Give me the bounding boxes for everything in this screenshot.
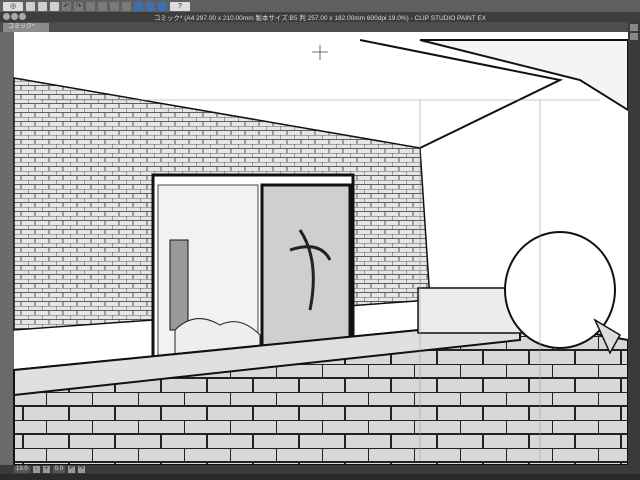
window-title: コミック* (A4 297.00 x 210.00mm 製本サイズ:B5 判 2… (153, 15, 487, 22)
minimize-icon[interactable] (11, 13, 18, 20)
zoom-field[interactable]: 19.0 (14, 466, 30, 473)
special-ruler-snap-icon[interactable] (146, 1, 155, 11)
tab-comic[interactable]: コミック* (3, 23, 49, 32)
close-icon[interactable] (3, 13, 10, 20)
illustration-canvas[interactable] (0, 32, 628, 465)
bottom-panel (0, 474, 640, 480)
undo-icon[interactable]: ↶ (62, 1, 71, 11)
selection-icon[interactable] (86, 1, 95, 11)
ruler-snap-icon[interactable] (134, 1, 143, 11)
status-bar: 19.0 - + 0.0 ↶ ↷ (0, 465, 640, 474)
command-bar: ◎ ↶ ↷ ? (0, 0, 640, 12)
scroll-up-button[interactable] (630, 24, 638, 31)
maximize-icon[interactable] (19, 13, 26, 20)
zoom-in-icon[interactable]: + (42, 466, 50, 473)
grid-snap-icon[interactable] (158, 1, 167, 11)
new-icon[interactable] (26, 1, 35, 11)
clear-icon[interactable] (110, 1, 119, 11)
open-icon[interactable] (38, 1, 47, 11)
title-bar: コミック* (A4 297.00 x 210.00mm 製本サイズ:B5 判 2… (0, 12, 640, 22)
rotate-right-icon[interactable]: ↷ (78, 466, 86, 473)
zoom-out-icon[interactable]: - (32, 466, 40, 473)
rotation-angle-field[interactable]: 0.0 (52, 466, 66, 473)
help-icon[interactable]: ? (170, 1, 190, 11)
clip-studio-logo-icon[interactable]: ◎ (3, 1, 23, 11)
save-icon[interactable] (50, 1, 59, 11)
scroll-down-button[interactable] (630, 33, 638, 40)
redo-icon[interactable]: ↷ (74, 1, 83, 11)
rotate-left-icon[interactable]: ↶ (68, 466, 76, 473)
canvas-area[interactable] (0, 32, 628, 465)
satellite-dish (504, 231, 616, 349)
fill-icon[interactable] (122, 1, 131, 11)
tab-bar: コミック* (0, 22, 640, 32)
transform-icon[interactable] (98, 1, 107, 11)
vertical-scrollbar[interactable] (628, 22, 640, 465)
